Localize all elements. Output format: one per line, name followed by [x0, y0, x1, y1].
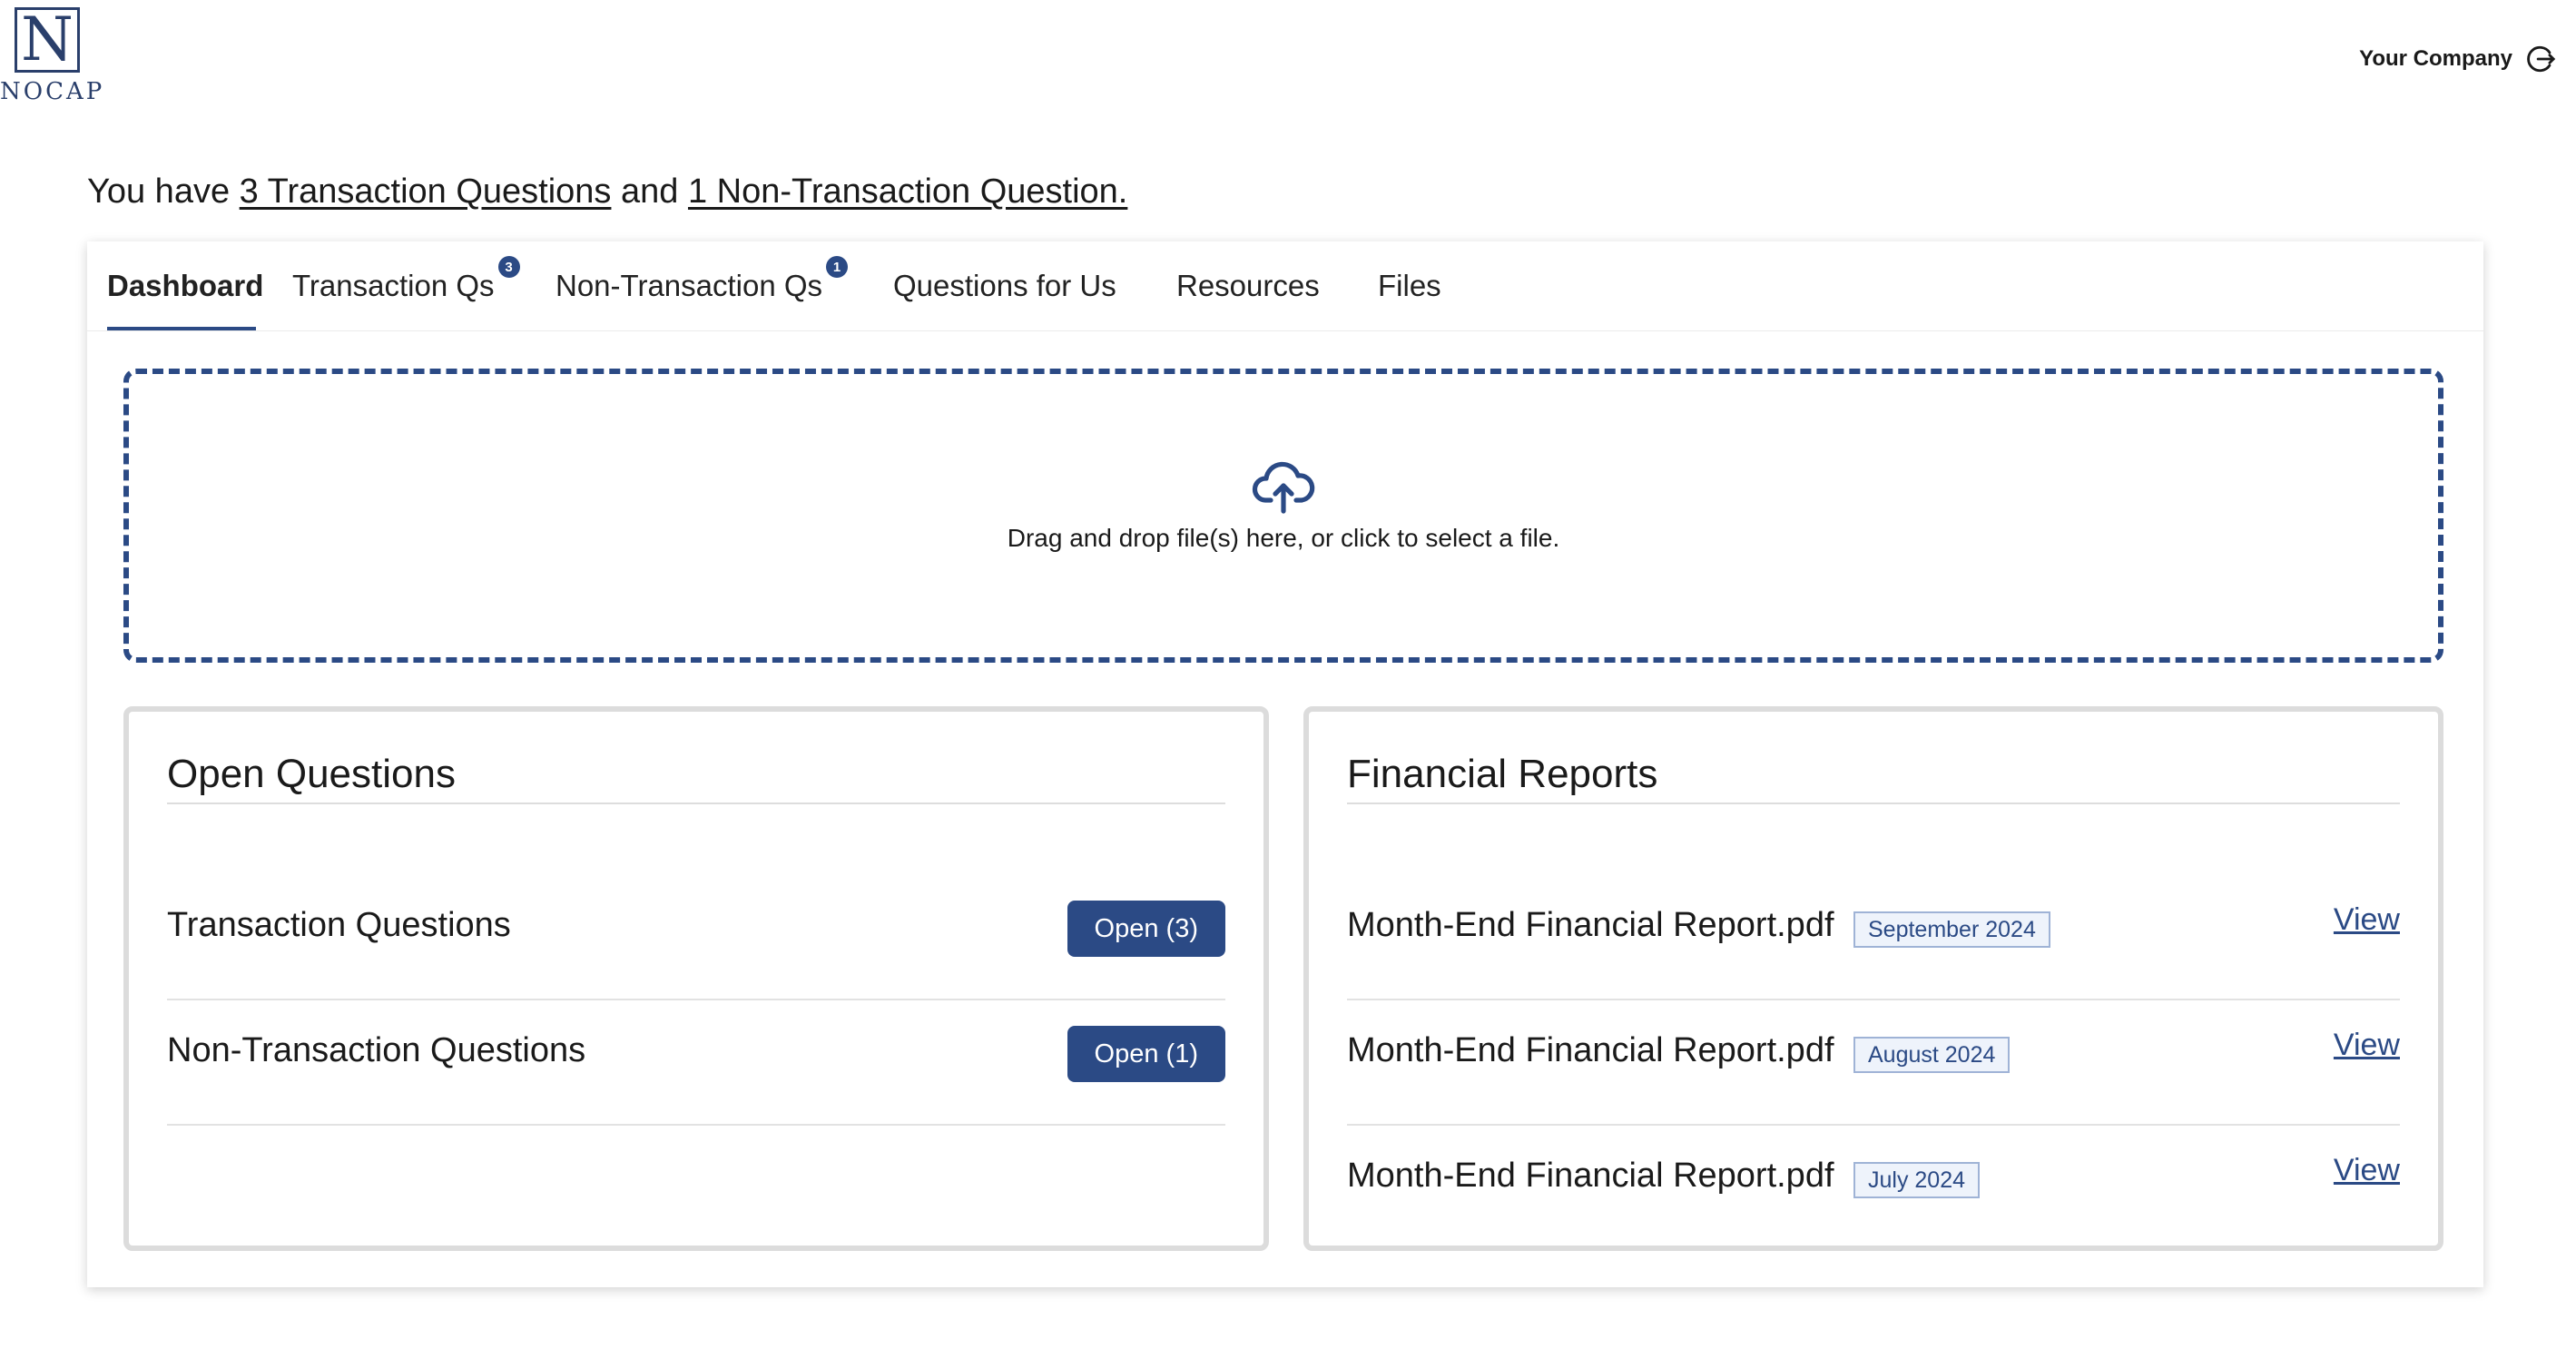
open-transaction-questions-button[interactable]: Open (3) [1067, 901, 1225, 957]
tab-questions-for-us[interactable]: Questions for Us [893, 269, 1116, 303]
report-filename: Month-End Financial Report.pdf [1347, 1031, 1834, 1069]
cloud-upload-icon [1252, 461, 1315, 514]
view-report-link[interactable]: View [2334, 1028, 2400, 1063]
active-tab-indicator [107, 327, 256, 330]
report-date-tag: July 2024 [1853, 1162, 1981, 1198]
company-name: Your Company [2359, 46, 2512, 71]
company-menu[interactable]: Your Company [2359, 44, 2556, 74]
tab-files[interactable]: Files [1378, 269, 1441, 303]
summary-middle: and [621, 172, 679, 211]
view-report-link[interactable]: View [2334, 902, 2400, 938]
tab-label: Transaction Qs [292, 269, 495, 302]
tab-non-transaction-qs[interactable]: Non-Transaction Qs 1 [556, 256, 849, 303]
tab-bar: Dashboard Transaction Qs 3 Non-Transacti… [87, 241, 2483, 331]
tab-label: Resources [1176, 269, 1320, 302]
tab-label: Dashboard [107, 269, 264, 302]
tab-label: Questions for Us [893, 269, 1116, 302]
logout-icon[interactable] [2525, 44, 2556, 74]
report-row: Month-End Financial Report.pdf September… [1347, 873, 2400, 1000]
question-label: Transaction Questions [167, 906, 511, 944]
question-row: Transaction Questions Open (3) [167, 873, 1225, 1000]
tab-dashboard[interactable]: Dashboard [107, 269, 263, 303]
nocap-logo[interactable]: N NOCAP [0, 7, 105, 105]
tab-label: Non-Transaction Qs [556, 269, 823, 302]
financial-reports-title: Financial Reports [1347, 752, 2400, 804]
dropzone-text: Drag and drop file(s) here, or click to … [1007, 524, 1560, 552]
financial-reports-panel: Financial Reports Month-End Financial Re… [1303, 706, 2443, 1251]
tab-transaction-qs[interactable]: Transaction Qs 3 [292, 256, 520, 303]
summary-prefix: You have [87, 172, 231, 211]
report-row: Month-End Financial Report.pdf July 2024… [1347, 1124, 2400, 1249]
report-filename: Month-End Financial Report.pdf [1347, 1157, 1834, 1195]
report-date-tag: August 2024 [1853, 1037, 2011, 1073]
tab-badge: 3 [497, 256, 520, 278]
logo-mark: N [15, 7, 80, 73]
open-questions-title: Open Questions [167, 752, 1225, 804]
logo-text: NOCAP [0, 78, 105, 105]
tab-badge: 1 [826, 256, 849, 278]
transaction-questions-link[interactable]: 3 Transaction Questions [240, 172, 612, 211]
report-date-tag: September 2024 [1853, 911, 2050, 948]
open-non-transaction-questions-button[interactable]: Open (1) [1067, 1026, 1225, 1082]
file-dropzone[interactable]: Drag and drop file(s) here, or click to … [123, 369, 2443, 663]
report-filename: Month-End Financial Report.pdf [1347, 906, 1834, 944]
report-row: Month-End Financial Report.pdf August 20… [1347, 999, 2400, 1126]
view-report-link[interactable]: View [2334, 1153, 2400, 1188]
main-card: Dashboard Transaction Qs 3 Non-Transacti… [87, 241, 2483, 1287]
open-questions-panel: Open Questions Transaction Questions Ope… [123, 706, 1269, 1251]
non-transaction-questions-link[interactable]: 1 Non-Transaction Question. [688, 172, 1127, 211]
tab-resources[interactable]: Resources [1176, 269, 1320, 303]
tab-label: Files [1378, 269, 1441, 302]
question-label: Non-Transaction Questions [167, 1031, 586, 1069]
question-row: Non-Transaction Questions Open (1) [167, 999, 1225, 1126]
questions-summary: You have 3 Transaction Questions and 1 N… [87, 172, 1127, 212]
